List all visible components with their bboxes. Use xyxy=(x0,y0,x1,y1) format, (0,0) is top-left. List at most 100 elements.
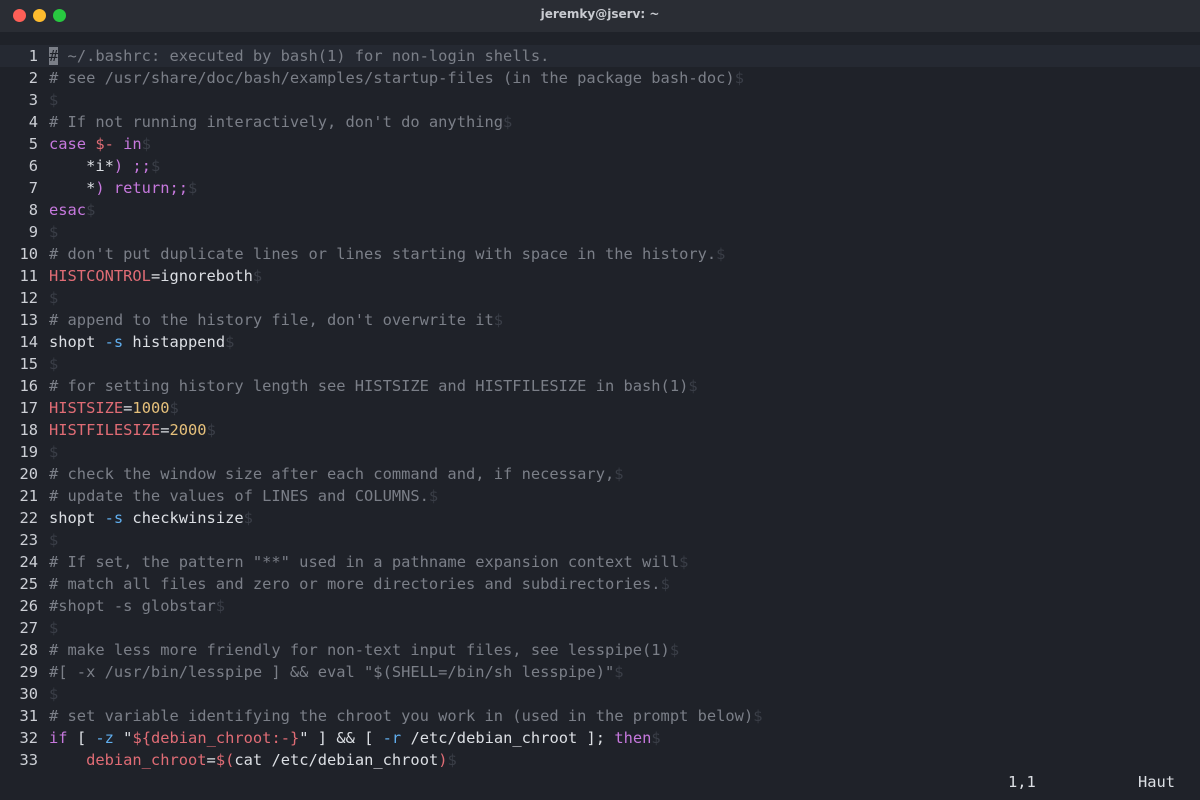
end-of-line-marker: $ xyxy=(651,729,661,747)
code-line[interactable]: 30 $ xyxy=(0,683,1200,705)
end-of-line-marker: $ xyxy=(753,707,763,725)
line-content[interactable]: # set variable identifying the chroot yo… xyxy=(49,705,763,727)
code-token: # make less more friendly for non-text i… xyxy=(49,641,670,659)
code-line[interactable]: 33 debian_chroot=$(cat /etc/debian_chroo… xyxy=(0,749,1200,771)
code-line[interactable]: 18 HISTFILESIZE=2000$ xyxy=(0,419,1200,441)
code-line[interactable]: 15 $ xyxy=(0,353,1200,375)
line-content[interactable]: # If set, the pattern "**" used in a pat… xyxy=(49,551,688,573)
code-line[interactable]: 7 *) return;;$ xyxy=(0,177,1200,199)
code-line[interactable]: 5 case $- in$ xyxy=(0,133,1200,155)
line-content[interactable]: $ xyxy=(49,529,58,551)
line-number: 11 xyxy=(19,267,38,285)
code-line[interactable]: 9 $ xyxy=(0,221,1200,243)
line-content[interactable]: debian_chroot=$(cat /etc/debian_chroot)$ xyxy=(49,749,457,771)
line-content[interactable]: # check the window size after each comma… xyxy=(49,463,624,485)
line-content[interactable]: # match all files and zero or more direc… xyxy=(49,573,670,595)
line-content[interactable]: # see /usr/share/doc/bash/examples/start… xyxy=(49,67,744,89)
code-token: * xyxy=(49,179,96,197)
title-bar[interactable]: jeremky@jserv: ~ xyxy=(0,0,1200,32)
code-line[interactable]: 29 #[ -x /usr/bin/lesspipe ] && eval "$(S… xyxy=(0,661,1200,683)
line-content[interactable]: esac$ xyxy=(49,199,95,221)
code-token: in xyxy=(123,135,142,153)
line-content[interactable]: $ xyxy=(49,353,58,375)
line-content[interactable]: HISTCONTROL=ignoreboth$ xyxy=(49,265,262,287)
code-token: ) xyxy=(438,751,448,769)
line-number: 3 xyxy=(28,91,38,109)
line-content[interactable]: # for setting history length see HISTSIZ… xyxy=(49,375,698,397)
end-of-line-marker: $ xyxy=(447,751,457,769)
line-content[interactable]: shopt -s histappend$ xyxy=(49,331,234,353)
end-of-line-marker: $ xyxy=(150,157,161,175)
end-of-line-marker: $ xyxy=(225,333,235,351)
line-number: 22 xyxy=(19,509,38,527)
line-number: 8 xyxy=(28,201,38,219)
line-content[interactable]: #shopt -s globstar$ xyxy=(49,595,225,617)
code-line[interactable]: 17 HISTSIZE=1000$ xyxy=(0,397,1200,419)
code-line[interactable]: 32 if [ -z "${debian_chroot:-}" ] && [ -r… xyxy=(0,727,1200,749)
code-token: # If not running interactively, don't do… xyxy=(49,113,504,131)
code-line[interactable]: 24 # If set, the pattern "**" used in a p… xyxy=(0,551,1200,573)
code-line[interactable]: 16 # for setting history length see HISTS… xyxy=(0,375,1200,397)
line-content[interactable]: case $- in$ xyxy=(49,133,151,155)
line-content[interactable]: # make less more friendly for non-text i… xyxy=(49,639,679,661)
code-line[interactable]: 22 shopt -s checkwinsize$ xyxy=(0,507,1200,529)
code-line[interactable]: 13 # append to the history file, don't ov… xyxy=(0,309,1200,331)
line-content[interactable]: # don't put duplicate lines or lines sta… xyxy=(49,243,725,265)
line-content[interactable]: # ~/.bashrc: executed by bash(1) for non… xyxy=(49,45,549,67)
code-line[interactable]: 31 # set variable identifying the chroot … xyxy=(0,705,1200,727)
code-line[interactable]: 11 HISTCONTROL=ignoreboth$ xyxy=(0,265,1200,287)
code-line[interactable]: 25 # match all files and zero or more dir… xyxy=(0,573,1200,595)
code-line[interactable]: 12 $ xyxy=(0,287,1200,309)
end-of-line-marker: $ xyxy=(660,575,670,593)
code-token: histappend xyxy=(123,333,226,351)
end-of-line-marker: $ xyxy=(169,399,179,417)
end-of-line-marker: $ xyxy=(49,289,59,307)
code-line[interactable]: 2 # see /usr/share/doc/bash/examples/star… xyxy=(0,67,1200,89)
code-line[interactable]: 10 # don't put duplicate lines or lines s… xyxy=(0,243,1200,265)
code-line[interactable]: 23 $ xyxy=(0,529,1200,551)
code-line[interactable]: 8 esac$ xyxy=(0,199,1200,221)
line-content[interactable]: $ xyxy=(49,441,58,463)
line-number: 4 xyxy=(28,113,38,131)
end-of-line-marker: $ xyxy=(503,113,513,131)
code-token: /etc/debian_chroot xyxy=(262,751,439,769)
line-number: 20 xyxy=(19,465,38,483)
line-content[interactable]: if [ -z "${debian_chroot:-}" ] && [ -r /… xyxy=(49,727,661,749)
line-content[interactable]: # append to the history file, don't over… xyxy=(49,309,503,331)
code-line[interactable]: 14 shopt -s histappend$ xyxy=(0,331,1200,353)
code-line[interactable]: 4 # If not running interactively, don't d… xyxy=(0,111,1200,133)
code-line[interactable]: 6 *i*) ;;$ xyxy=(0,155,1200,177)
end-of-line-marker: $ xyxy=(188,179,198,197)
code-line[interactable]: 20 # check the window size after each com… xyxy=(0,463,1200,485)
code-token: /etc/debian_chroot ]; xyxy=(401,729,615,747)
code-line[interactable]: 26 #shopt -s globstar$ xyxy=(0,595,1200,617)
line-content[interactable]: shopt -s checkwinsize$ xyxy=(49,507,253,529)
code-token: checkwinsize xyxy=(123,509,244,527)
line-content[interactable]: $ xyxy=(49,89,58,111)
code-line[interactable]: 28 # make less more friendly for non-text… xyxy=(0,639,1200,661)
code-line[interactable]: 21 # update the values of LINES and COLUM… xyxy=(0,485,1200,507)
code-token: 1000 xyxy=(132,399,170,417)
vim-editor[interactable]: 1 # ~/.bashrc: executed by bash(1) for no… xyxy=(0,45,1200,771)
line-content[interactable]: # update the values of LINES and COLUMNS… xyxy=(49,485,438,507)
code-line[interactable]: 27 $ xyxy=(0,617,1200,639)
line-content[interactable]: HISTFILESIZE=2000$ xyxy=(49,419,216,441)
end-of-line-marker: $ xyxy=(215,597,226,615)
line-content[interactable]: *) return;;$ xyxy=(49,177,197,199)
code-token: $( xyxy=(215,751,235,769)
line-content[interactable]: $ xyxy=(49,221,58,243)
code-token: [ xyxy=(67,729,96,747)
code-token: #shopt -s globstar xyxy=(49,597,216,615)
line-content[interactable]: # If not running interactively, don't do… xyxy=(49,111,512,133)
line-content[interactable]: $ xyxy=(49,617,58,639)
code-line[interactable]: 1 # ~/.bashrc: executed by bash(1) for no… xyxy=(0,45,1200,67)
end-of-line-marker: $ xyxy=(49,355,59,373)
line-content[interactable]: *i*) ;;$ xyxy=(49,155,160,177)
code-line[interactable]: 3 $ xyxy=(0,89,1200,111)
line-content[interactable]: $ xyxy=(49,683,58,705)
line-number: 29 xyxy=(19,663,38,681)
line-content[interactable]: $ xyxy=(49,287,58,309)
code-line[interactable]: 19 $ xyxy=(0,441,1200,463)
line-content[interactable]: #[ -x /usr/bin/lesspipe ] && eval "$(SHE… xyxy=(49,661,624,683)
line-content[interactable]: HISTSIZE=1000$ xyxy=(49,397,179,419)
